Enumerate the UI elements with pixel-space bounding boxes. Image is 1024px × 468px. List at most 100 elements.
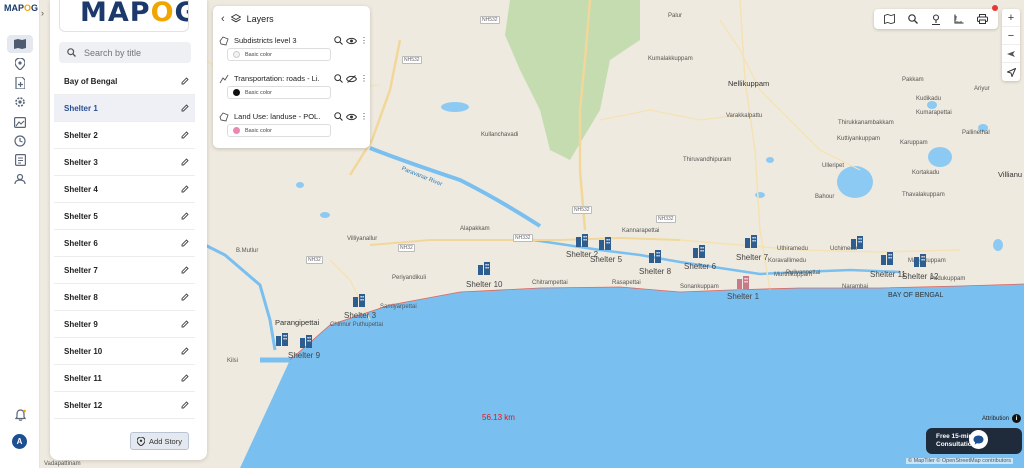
clock-icon[interactable] [7,132,33,150]
locate-icon[interactable] [1002,63,1020,81]
map-edit-icon[interactable] [882,11,898,27]
layer-title: Land Use: landuse - POL... [234,112,320,121]
rail-logo[interactable]: MAPOG [4,3,38,13]
visibility-eye-icon[interactable] [346,113,357,121]
pencil-edit-icon[interactable] [181,347,189,355]
back-chevron-icon[interactable]: ‹ [221,13,225,25]
place-label: Villiyanallur [347,236,378,242]
place-label: Palur [668,13,683,19]
place-label: Narambai [842,284,869,290]
pencil-edit-icon[interactable] [181,158,189,166]
zoom-out-button[interactable]: − [1002,27,1020,45]
color-swatch [233,127,240,134]
place-label: Pallinethal [962,130,990,136]
road-shield: NH532 [572,206,592,214]
layer-actions: ⋮ [334,36,368,45]
place-label: Kortakadu [912,170,940,176]
story-title: Shelter 3 [64,157,98,167]
zoom-in-button[interactable]: + [1002,9,1020,27]
layer-row[interactable]: Land Use: landuse - POL... ⋮ Basic color [219,112,368,148]
layer-color-picker[interactable]: Basic color [227,124,331,137]
visibility-eye-off-icon[interactable] [346,74,357,83]
search-box[interactable] [59,42,191,63]
pencil-edit-icon[interactable] [181,239,189,247]
people-map-icon[interactable] [7,170,33,188]
story-item[interactable]: Shelter 3 [54,149,195,176]
story-item[interactable]: Shelter 2 [54,122,195,149]
search-icon[interactable] [905,11,921,27]
place-label: Periyandikuli [392,275,427,281]
pencil-edit-icon[interactable] [181,401,189,409]
zoom-controls: + − [1002,9,1020,81]
story-item[interactable]: Shelter 9 [54,311,195,338]
file-add-icon[interactable] [7,74,33,92]
building-icon [649,250,661,263]
place-label: Villianu [998,170,1023,179]
story-title: Shelter 8 [64,292,98,302]
visibility-eye-icon[interactable] [346,37,357,45]
compass-icon[interactable] [1002,45,1020,63]
more-vertical-icon[interactable]: ⋮ [360,112,368,121]
zoom-to-layer-icon[interactable] [334,36,343,45]
place-label: Chitrampettai [532,280,568,286]
chat-bubble-icon[interactable] [969,430,988,449]
person-pin-icon[interactable] [928,11,944,27]
map-icon[interactable] [7,35,33,53]
image-edit-icon[interactable] [7,113,33,131]
story-item[interactable]: Shelter 4 [54,176,195,203]
story-item[interactable]: Shelter 1 [54,95,195,122]
avatar[interactable]: A [12,434,27,449]
story-item[interactable]: Bay of Bengal [54,68,195,95]
pencil-edit-icon[interactable] [181,212,189,220]
story-item[interactable]: Shelter 5 [54,203,195,230]
story-title: Bay of Bengal [64,76,118,86]
layer-row[interactable]: Transportation: roads - Li... ⋮ Basic co… [219,74,368,110]
story-item[interactable]: Shelter 10 [54,338,195,365]
pencil-edit-icon[interactable] [181,104,189,112]
document-list-icon[interactable] [7,151,33,169]
pencil-edit-icon[interactable] [181,320,189,328]
pencil-edit-icon[interactable] [181,374,189,382]
place-label: Rasapettai [612,280,641,286]
location-pin-icon[interactable] [7,55,33,73]
attribution-toggle[interactable]: Attribution i [982,414,1022,423]
distance-measure-label: 56.13 km [482,413,515,422]
place-label: Samiyarpettai [380,304,417,310]
pencil-edit-icon[interactable] [181,293,189,301]
story-item[interactable]: Shelter 12 [54,392,195,419]
color-label: Basic color [245,89,272,96]
layer-row[interactable]: Subdistricts level 3 ⋮ Basic color [219,36,368,72]
left-rail: MAPOG A [0,0,40,468]
pencil-edit-icon[interactable] [181,266,189,274]
story-item[interactable]: Shelter 8 [54,284,195,311]
zoom-to-layer-icon[interactable] [334,112,343,121]
building-icon [693,245,705,258]
pencil-edit-icon[interactable] [181,131,189,139]
more-vertical-icon[interactable]: ⋮ [360,74,368,83]
story-item[interactable]: Shelter 7 [54,257,195,284]
zoom-to-layer-icon[interactable] [334,74,343,83]
layer-color-picker[interactable]: Basic color [227,48,331,61]
place-label: Kudikadu [916,96,942,102]
location-pin-icon [137,436,146,446]
layer-color-picker[interactable]: Basic color [227,86,331,99]
settings-gear-icon[interactable] [7,93,33,111]
building-icon [914,254,926,267]
more-vertical-icon[interactable]: ⋮ [360,36,368,45]
pencil-edit-icon[interactable] [181,77,189,85]
add-story-button[interactable]: Add Story [130,432,189,450]
building-icon [353,294,365,307]
place-label: Sonankuppam [680,284,719,290]
notification-bell-icon[interactable] [7,406,33,424]
shelter-label: Shelter 5 [590,255,623,264]
story-item[interactable]: Shelter 6 [54,230,195,257]
print-icon[interactable] [974,11,990,27]
place-label: Kuttiyankuppam [837,136,881,142]
story-title: Shelter 5 [64,211,98,221]
search-input[interactable] [84,47,184,58]
collapse-chevron-icon[interactable]: › [41,8,49,18]
building-icon [478,262,490,275]
measure-icon[interactable] [951,11,967,27]
pencil-edit-icon[interactable] [181,185,189,193]
story-item[interactable]: Shelter 11 [54,365,195,392]
